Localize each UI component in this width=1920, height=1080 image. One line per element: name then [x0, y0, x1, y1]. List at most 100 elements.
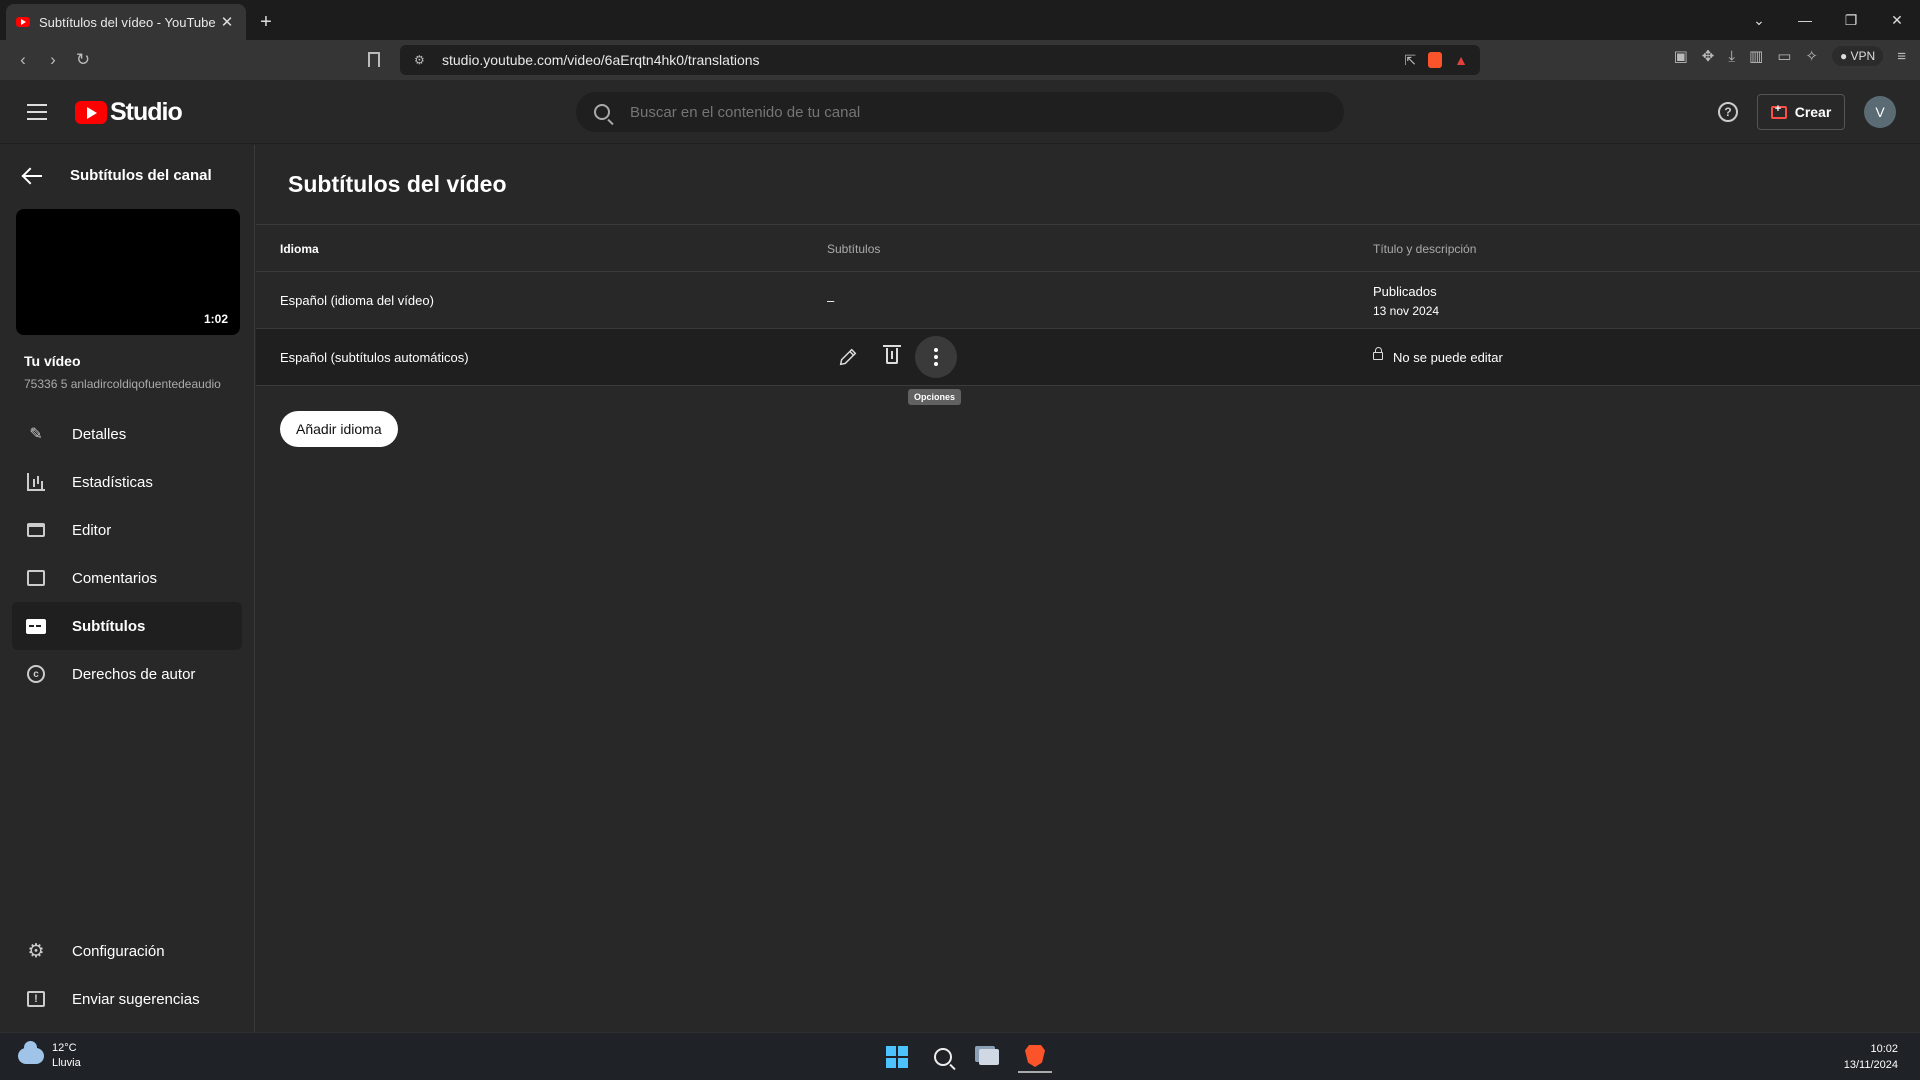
sidebar-item-sugerencias[interactable]: ! Enviar sugerencias [12, 975, 242, 1023]
sidebar-item-comentarios[interactable]: Comentarios [12, 554, 242, 602]
leo-ai-icon[interactable]: ✧ [1805, 47, 1818, 65]
row-title-date: 13 nov 2024 [1373, 304, 1440, 318]
site-settings-icon[interactable]: ⚙ [414, 53, 432, 67]
back-to-channel-subtitles[interactable]: Subtítulos del canal [24, 167, 212, 184]
arrow-back-icon [24, 174, 42, 177]
sidebar-item-editor[interactable]: Editor [12, 506, 242, 554]
gear-icon: ⚙ [27, 940, 45, 962]
tab-search-icon[interactable]: ⌄ [1736, 12, 1782, 29]
more-options-button[interactable] [915, 336, 957, 378]
close-window-button[interactable]: ✕ [1874, 12, 1920, 29]
brave-shields-icon[interactable] [1428, 52, 1443, 68]
sidebar-item-label: Subtítulos [72, 617, 146, 635]
browser-tab-bar: Subtítulos del vídeo - YouTube Studio ✕ … [0, 0, 1920, 40]
wallet-icon[interactable]: ▭ [1777, 47, 1791, 65]
tab-title: Subtítulos del vídeo - YouTube Studio [39, 14, 218, 30]
restore-button[interactable]: ❐ [1828, 12, 1874, 29]
system-clock[interactable]: 10:02 13/11/2024 [1844, 1041, 1898, 1073]
dot-icon [934, 362, 938, 366]
sidebar-item-label: Comentarios [72, 569, 158, 587]
bookmark-icon[interactable] [368, 52, 380, 67]
create-label: Crear [1794, 104, 1832, 120]
video-thumbnail[interactable]: 1:02 [16, 209, 240, 335]
dot-icon [934, 355, 938, 359]
taskbar-search-button[interactable] [926, 1041, 960, 1073]
sidebar-item-estadisticas[interactable]: Estadísticas [12, 458, 242, 506]
studio-header: Studio ? Crear V [0, 80, 1920, 144]
extensions-puzzle-icon[interactable]: ✥ [1702, 47, 1715, 65]
new-tab-button[interactable]: + [250, 4, 282, 40]
address-bar[interactable]: ⚙ studio.youtube.com/video/6aErqtn4hk0/t… [400, 45, 1480, 75]
trash-icon[interactable] [883, 345, 901, 364]
sidebar-item-detalles[interactable]: ✎ Detalles [12, 410, 242, 458]
brave-browser-icon [1025, 1045, 1045, 1067]
row-title-status[interactable]: Publicados [1373, 284, 1437, 299]
start-button[interactable] [880, 1041, 914, 1073]
hamburger-menu-icon[interactable] [27, 104, 47, 120]
studio-logo[interactable]: Studio [75, 98, 183, 127]
column-header-titulo: Título y descripción [1373, 242, 1477, 256]
back-title: Subtítulos del canal [70, 167, 212, 184]
task-view-button[interactable] [972, 1041, 1006, 1073]
row-subtitles: – [827, 293, 835, 308]
forward-icon[interactable]: › [38, 45, 68, 75]
task-view-icon [979, 1049, 999, 1065]
help-icon[interactable]: ? [1718, 102, 1738, 122]
weather-temperature: 12°C [52, 1042, 77, 1054]
page-title: Subtítulos del vídeo [288, 171, 507, 197]
windows-icon [886, 1046, 908, 1068]
subtitles-icon [26, 616, 46, 636]
search-icon [934, 1048, 952, 1066]
table-row[interactable]: Español (idioma del vídeo) – Publicados … [256, 272, 1920, 329]
share-icon[interactable]: ⇱ [1404, 52, 1416, 69]
clock-date: 13/11/2024 [1843, 1059, 1898, 1071]
weather-condition: Lluvia [52, 1057, 81, 1069]
create-button[interactable]: Crear [1757, 94, 1845, 130]
sidebar-item-subtitulos[interactable]: Subtítulos [12, 602, 242, 650]
extension-icon[interactable]: ▣ [1674, 47, 1688, 65]
studio-brand: Studio [110, 98, 183, 126]
brave-rewards-icon[interactable]: ▲ [1454, 52, 1468, 68]
sidebar-toggle-icon[interactable]: ▥ [1749, 47, 1763, 65]
search-bar[interactable] [576, 92, 1344, 132]
sidebar-item-label: Detalles [72, 425, 127, 443]
browser-toolbar: ‹ › ↻ ⚙ studio.youtube.com/video/6aErqtn… [0, 40, 1920, 80]
sidebar-nav: ✎ Detalles Estadísticas Editor Comentari… [12, 410, 242, 698]
video-title: Tu vídeo [24, 353, 81, 369]
options-tooltip: Opciones [908, 389, 962, 405]
column-header-idioma: Idioma [280, 242, 319, 256]
add-language-button[interactable]: Añadir idioma [280, 411, 398, 447]
table-header: Idioma Subtítulos Título y descripción [256, 224, 1920, 272]
pencil-icon[interactable] [837, 346, 859, 368]
search-input[interactable] [630, 103, 1270, 121]
sidebar-item-label: Editor [72, 521, 112, 539]
avatar[interactable]: V [1864, 96, 1896, 128]
vpn-label: VPN [1850, 49, 1876, 63]
table-row[interactable]: Español (subtítulos automáticos) Opcione… [256, 329, 1920, 405]
youtube-favicon-icon [16, 17, 30, 27]
tab-close-icon[interactable]: ✕ [218, 13, 236, 31]
vpn-button[interactable]: ● VPN [1831, 46, 1884, 66]
reload-icon[interactable]: ↻ [68, 45, 98, 75]
minimize-button[interactable]: — [1782, 12, 1828, 28]
menu-icon[interactable]: ≡ [1897, 48, 1906, 65]
dot-icon [934, 348, 938, 352]
taskbar-apps [880, 1041, 1052, 1073]
lock-icon [1373, 347, 1383, 360]
back-icon[interactable]: ‹ [8, 45, 38, 75]
download-icon[interactable]: ⤓ [1728, 48, 1735, 65]
subtitles-table: Idioma Subtítulos Título y descripción E… [256, 224, 1920, 405]
sidebar: Subtítulos del canal 1:02 Tu vídeo 75336… [0, 145, 255, 1032]
create-video-icon [1770, 103, 1787, 119]
sidebar-item-derechos[interactable]: c Derechos de autor [12, 650, 242, 698]
video-subtitle: 75336 5 anladircoldiqofuentedeaudio [24, 377, 221, 391]
window-controls: ⌄ — ❐ ✕ [1736, 0, 1920, 40]
brave-taskbar-button[interactable] [1018, 1041, 1052, 1073]
main-content: Subtítulos del vídeo Idioma Subtítulos T… [256, 145, 1920, 1032]
row-language: Español (subtítulos automáticos) [280, 350, 469, 365]
row-title-status: No se puede editar [1393, 350, 1503, 365]
weather-widget[interactable]: 12°C Lluvia [18, 1041, 81, 1071]
taskbar: 12°C Lluvia 10:02 13/11/2024 [0, 1032, 1920, 1080]
browser-tab[interactable]: Subtítulos del vídeo - YouTube Studio ✕ [6, 4, 246, 40]
sidebar-item-configuracion[interactable]: ⚙ Configuración [12, 927, 242, 975]
